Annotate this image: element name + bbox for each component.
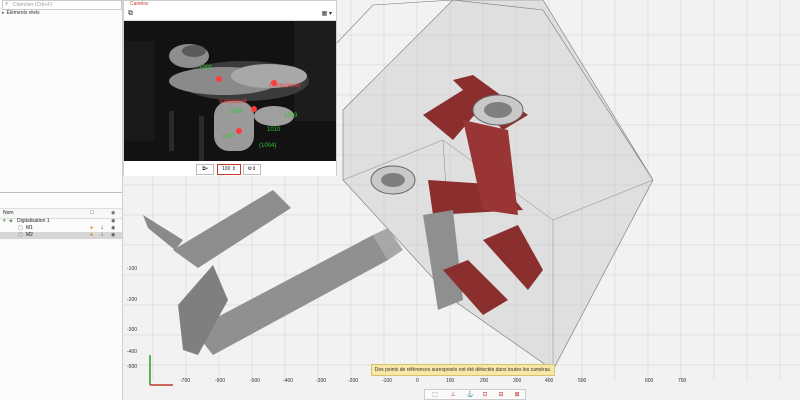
search-input[interactable]: Chercher (Ctrl+F) bbox=[13, 1, 52, 9]
y-tick: -400 bbox=[127, 349, 138, 355]
frame-icon[interactable]: ⬚ bbox=[429, 391, 441, 399]
y-tick: -500 bbox=[127, 364, 138, 370]
ref-label: 1009 bbox=[284, 113, 298, 119]
measure-icon: ▢ bbox=[18, 232, 23, 238]
ref-label: 1010 bbox=[267, 127, 281, 133]
camera-title: Caméra bbox=[130, 1, 148, 7]
camera-toolbar: ⧉ ▦ ▾ bbox=[124, 8, 336, 21]
x-tick: -700 bbox=[180, 378, 191, 384]
warning-message: Des points de références surexposés ont … bbox=[371, 364, 555, 376]
x-tick: 300 bbox=[513, 378, 522, 384]
pin-icon[interactable]: ⊥ bbox=[447, 391, 459, 399]
eye-icon[interactable]: ◉ bbox=[111, 210, 115, 216]
ref-label: (1004) bbox=[259, 143, 276, 149]
visibility-icon[interactable]: ◉ bbox=[111, 225, 115, 232]
bottom-toolbar: ⬚ ⊥ ⚓ ⊡ ⊟ ⊠ bbox=[424, 389, 526, 400]
camera-footer: ⧉▾ 100 ⇕ ⚙⇕ bbox=[124, 161, 336, 176]
ref-label: 1008 bbox=[229, 109, 243, 115]
row-label: Digitalisation 1 bbox=[17, 218, 50, 224]
settings-button[interactable]: ⚙⇕ bbox=[243, 164, 261, 175]
picture-icon[interactable]: ⧉ bbox=[128, 10, 133, 18]
x-tick: 100 bbox=[446, 378, 455, 384]
x-tick: 400 bbox=[545, 378, 554, 384]
panel-splitter[interactable] bbox=[0, 192, 122, 193]
col-name-header[interactable]: Nom bbox=[3, 210, 14, 216]
ref-label: (surexposé) bbox=[269, 83, 301, 89]
tree-root-label: Éléments réels bbox=[6, 10, 40, 16]
ref-label: 1007 bbox=[222, 134, 236, 140]
y-tick: -300 bbox=[127, 327, 138, 333]
camera-image[interactable]: 1001 (surexposé) surexposé 1008 1009 100… bbox=[124, 21, 336, 161]
search-box[interactable]: ⌕ Chercher (Ctrl+F) bbox=[2, 0, 122, 10]
table-row[interactable]: ▾ ◈ Digitalisation 1 ◉ bbox=[0, 218, 122, 225]
x-tick: 600 bbox=[645, 378, 654, 384]
x-tick: 500 bbox=[578, 378, 587, 384]
x-tick: -500 bbox=[250, 378, 261, 384]
zone-icon[interactable]: ⊠ bbox=[511, 391, 523, 399]
table-row[interactable]: ▢ M1 ● ⇣ ◉ bbox=[0, 225, 122, 232]
camera-menu-icon[interactable]: ▦ ▾ bbox=[322, 10, 332, 17]
search-icon: ⌕ bbox=[5, 1, 9, 7]
x-tick: 200 bbox=[480, 378, 489, 384]
row-label: M2 bbox=[26, 232, 33, 238]
digitization-icon: ◈ bbox=[9, 218, 13, 224]
exposure-field[interactable]: 100 ⇕ bbox=[217, 164, 241, 175]
target-icon[interactable]: ⊡ bbox=[479, 391, 491, 399]
left-panel: ⌕ Chercher (Ctrl+F) ▸ Éléments réels Nom … bbox=[0, 0, 123, 400]
x-tick: -100 bbox=[382, 378, 393, 384]
x-tick: -300 bbox=[316, 378, 327, 384]
visibility-icon[interactable]: ◉ bbox=[111, 218, 115, 225]
checkbox-icon[interactable]: ☐ bbox=[90, 210, 94, 216]
measure-icon[interactable]: ⊟ bbox=[495, 391, 507, 399]
anchor-icon[interactable]: ⚓ bbox=[464, 391, 476, 399]
visibility-icon[interactable]: ◉ bbox=[111, 232, 115, 239]
x-tick: -200 bbox=[348, 378, 359, 384]
measure-icon: ▢ bbox=[18, 225, 23, 231]
y-tick: -200 bbox=[127, 297, 138, 303]
expand-icon[interactable]: ▾ bbox=[3, 218, 6, 225]
exposure-value: 100 bbox=[222, 166, 231, 172]
table-row-selected[interactable]: ▢ M2 ● ⇣ ◉ bbox=[0, 232, 122, 239]
y-tick: -100 bbox=[127, 266, 138, 272]
x-tick: 700 bbox=[678, 378, 687, 384]
x-tick: -600 bbox=[215, 378, 226, 384]
camera-icon[interactable]: ● bbox=[90, 232, 93, 239]
x-tick: 0 bbox=[416, 378, 419, 384]
layers-button[interactable]: ⧉▾ bbox=[196, 164, 214, 175]
tree-root[interactable]: ▸ Éléments réels bbox=[2, 10, 40, 16]
chevron-right-icon[interactable]: ▸ bbox=[2, 10, 5, 16]
row-label: M1 bbox=[26, 225, 33, 231]
ref-label: surexposé bbox=[219, 99, 247, 105]
status-icon[interactable]: ⇣ bbox=[100, 225, 104, 232]
camera-icon[interactable]: ● bbox=[90, 225, 93, 232]
axis-gizmo bbox=[149, 355, 173, 386]
x-tick: -400 bbox=[283, 378, 294, 384]
status-icon[interactable]: ⇣ bbox=[100, 232, 104, 239]
ref-label: 1001 bbox=[199, 65, 213, 71]
camera-panel: Caméra ⧉ ▦ ▾ 1001 (surexposé) surexposé … bbox=[123, 0, 337, 176]
